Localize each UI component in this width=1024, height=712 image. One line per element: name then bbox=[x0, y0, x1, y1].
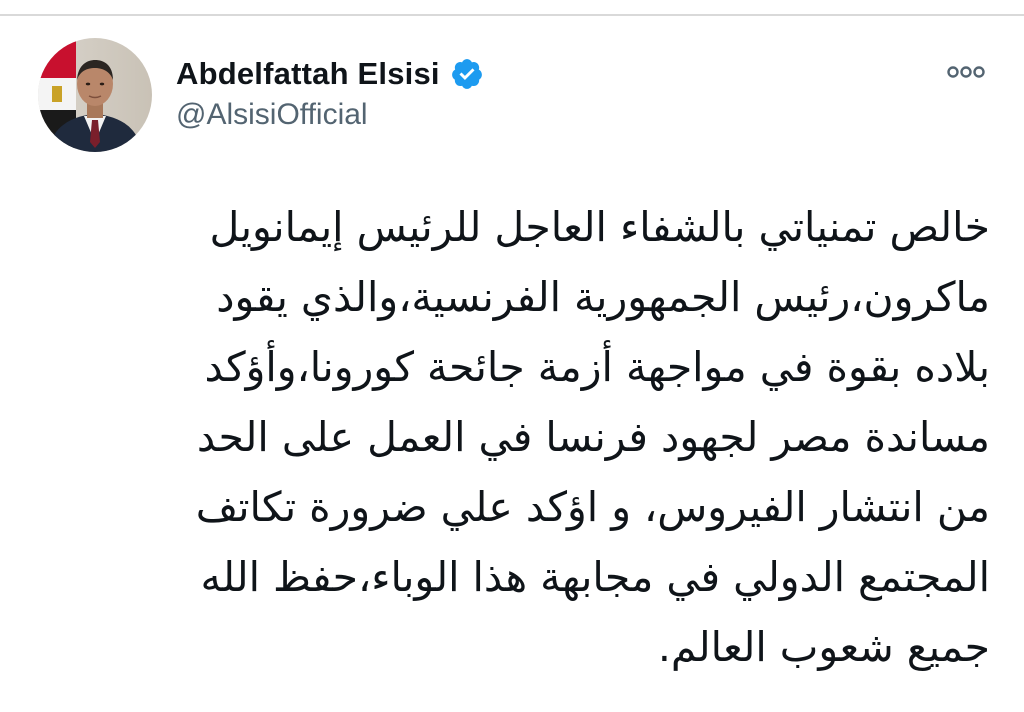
tweet-text-line: ماكرون،رئيس الجمهورية الفرنسية،والذي يقو… bbox=[216, 273, 990, 321]
display-name[interactable]: Abdelfattah Elsisi bbox=[176, 56, 440, 92]
tweet-card: Abdelfattah Elsisi @AlsisiOfficial خالص … bbox=[0, 16, 1024, 712]
avatar-image bbox=[38, 38, 152, 152]
tweet-text-line: خالص تمنياتي بالشفاء العاجل للرئيس إيمان… bbox=[209, 203, 990, 251]
tweet-text-line: جميع شعوب العالم. bbox=[657, 623, 990, 671]
tweet-text-line: من انتشار الفيروس، و اؤكد علي ضرورة تكات… bbox=[195, 483, 990, 531]
tweet-text: خالص تمنياتي بالشفاء العاجل للرئيس إيمان… bbox=[60, 192, 990, 682]
more-options-icon bbox=[947, 66, 985, 78]
tweet-text-line: المجتمع الدولي في مجابهة هذا الوباء،حفظ … bbox=[200, 553, 990, 601]
more-options-button[interactable] bbox=[946, 60, 986, 84]
verified-badge-icon bbox=[450, 57, 484, 91]
author-name-row: Abdelfattah Elsisi bbox=[176, 54, 484, 94]
avatar[interactable] bbox=[38, 38, 152, 152]
tweet-text-line: مساندة مصر لجهود فرنسا في العمل على الحد bbox=[196, 413, 990, 461]
tweet-text-line: بلاده بقوة في مواجهة أزمة جائحة كورونا،و… bbox=[204, 343, 990, 391]
author-handle[interactable]: @AlsisiOfficial bbox=[176, 98, 368, 132]
